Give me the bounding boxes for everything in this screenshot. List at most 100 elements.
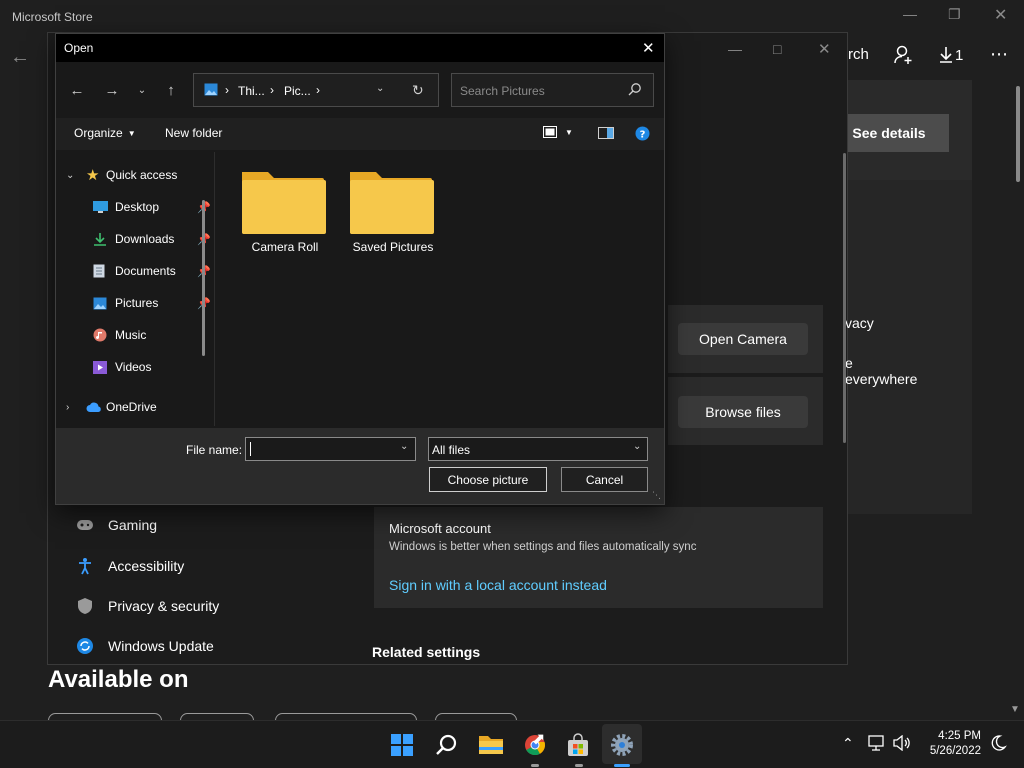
clock-date: 5/26/2022: [929, 745, 981, 757]
volume-icon[interactable]: [893, 735, 911, 751]
tree-onedrive[interactable]: › OneDrive: [66, 397, 157, 417]
settings-scrollbar-thumb[interactable]: [843, 153, 846, 443]
start-windows-icon[interactable]: [386, 729, 418, 761]
folder-saved-pictures[interactable]: Saved Pictures: [344, 168, 442, 254]
refresh-icon[interactable]: ↻: [412, 82, 424, 99]
nav-label: Accessibility: [108, 558, 185, 574]
nav-item-gaming[interactable]: Gaming: [76, 517, 157, 533]
address-dropdown-chevron-icon[interactable]: ⌄: [376, 83, 384, 94]
tree-quick-access[interactable]: ⌄ ★ Quick access: [66, 165, 177, 185]
pane-divider[interactable]: [214, 152, 215, 426]
collapse-chevron-icon[interactable]: ›: [66, 402, 86, 413]
file-type-select[interactable]: All files ⌄: [428, 437, 648, 461]
desktop-icon: [93, 201, 108, 213]
cancel-button[interactable]: Cancel: [561, 467, 648, 492]
folder-camera-roll[interactable]: Camera Roll: [236, 168, 334, 254]
shield-icon: [76, 597, 94, 615]
expand-chevron-icon[interactable]: ⌄: [66, 170, 86, 181]
microsoft-store-icon[interactable]: [562, 729, 594, 761]
back-arrow-icon[interactable]: ←: [10, 46, 30, 69]
tree-scrollbar-thumb[interactable]: [202, 200, 205, 356]
new-folder-button[interactable]: New folder: [165, 126, 222, 140]
view-options-button[interactable]: ▼: [543, 126, 573, 138]
file-type-dropdown-icon[interactable]: ⌄: [633, 441, 641, 452]
show-hidden-icons-chevron-icon[interactable]: ⌃: [842, 735, 854, 752]
store-restore-button[interactable]: ❐: [948, 6, 961, 23]
help-icon[interactable]: ?: [635, 126, 650, 141]
breadcrumb-separator: ›: [225, 83, 229, 97]
chrome-running-indicator: [531, 764, 539, 767]
tree-item-pictures[interactable]: Pictures 📌: [93, 293, 211, 313]
download-icon: [93, 232, 108, 246]
preview-pane-icon[interactable]: [598, 127, 614, 139]
open-camera-button[interactable]: Open Camera: [678, 323, 808, 355]
available-on-heading: Available on: [48, 666, 189, 693]
choose-picture-button[interactable]: Choose picture: [429, 467, 547, 492]
breadcrumb-this-pc[interactable]: Thi...: [238, 84, 265, 98]
settings-active-indicator: [614, 764, 630, 767]
tree-item-downloads[interactable]: Downloads 📌: [93, 229, 211, 249]
account-icon[interactable]: [893, 44, 915, 66]
breadcrumb-pictures[interactable]: Pic...: [284, 84, 311, 98]
search-icon[interactable]: [431, 729, 463, 761]
settings-maximize-button[interactable]: □: [773, 41, 781, 57]
settings-gear-icon[interactable]: [606, 729, 638, 761]
nav-item-privacy-security[interactable]: Privacy & security: [76, 597, 219, 615]
tree-label: Downloads: [115, 232, 175, 246]
nav-item-accessibility[interactable]: Accessibility: [76, 557, 184, 575]
more-options-icon[interactable]: ⋯: [990, 44, 1009, 65]
file-name-dropdown-icon[interactable]: ⌄: [400, 441, 408, 452]
tree-item-documents[interactable]: Documents 📌: [93, 261, 211, 281]
view-icon: [543, 126, 557, 138]
taskbar: ⬈ ⌃ 4:25 PM 5/26/2022: [0, 720, 1024, 768]
videos-icon: [93, 360, 108, 374]
organize-menu[interactable]: Organize ▼: [74, 126, 136, 140]
store-search-partial[interactable]: rch: [848, 46, 869, 63]
organize-label: Organize: [74, 126, 123, 140]
microsoft-account-card: Microsoft account Windows is better when…: [374, 507, 823, 608]
focus-assist-moon-icon[interactable]: [989, 734, 1007, 752]
system-clock[interactable]: 4:25 PM 5/26/2022: [925, 729, 981, 759]
scroll-down-icon[interactable]: ▼: [1010, 704, 1020, 715]
up-arrow-icon[interactable]: ↑: [161, 80, 181, 100]
forward-arrow-icon[interactable]: →: [102, 80, 122, 100]
store-scrollbar-thumb[interactable]: [1016, 86, 1020, 182]
downloads-count: 1: [955, 46, 964, 64]
network-icon[interactable]: [868, 735, 886, 751]
search-input[interactable]: Search Pictures: [460, 84, 545, 98]
file-name-combobox[interactable]: ⌄: [245, 437, 416, 461]
downloads-button[interactable]: 1: [939, 46, 963, 64]
open-file-dialog: Open ✕ ← → ⌄ ↑ › Thi... › Pic... › ⌄ ↻ S…: [55, 33, 665, 505]
navigation-pane: ⌄ ★ Quick access Desktop 📌 Downloads 📌 D…: [56, 152, 214, 426]
cloud-icon: [86, 402, 106, 412]
folder-label: Camera Roll: [251, 240, 319, 254]
store-close-button[interactable]: ✕: [994, 5, 1007, 25]
store-minimize-button[interactable]: —: [903, 6, 917, 22]
star-icon: ★: [86, 167, 100, 184]
store-side-panel: [848, 180, 972, 514]
settings-close-button[interactable]: ✕: [818, 40, 831, 58]
tree-item-music[interactable]: Music: [93, 325, 146, 345]
back-arrow-icon[interactable]: ←: [67, 80, 87, 100]
nav-item-windows-update[interactable]: Windows Update: [76, 637, 214, 655]
browse-files-button[interactable]: Browse files: [678, 396, 808, 428]
file-name-label: File name:: [186, 443, 243, 457]
text-caret: [250, 442, 251, 456]
search-icon: [628, 82, 642, 96]
mouse-cursor-icon: ⬈: [532, 731, 546, 748]
music-icon: [93, 328, 108, 342]
clock-time: 4:25 PM: [938, 730, 981, 742]
tree-item-videos[interactable]: Videos: [93, 357, 151, 377]
resize-grip-icon[interactable]: ⋱: [652, 490, 661, 501]
settings-minimize-button[interactable]: —: [728, 41, 742, 57]
address-bar[interactable]: › Thi... › Pic... › ⌄ ↻: [193, 73, 439, 107]
tree-item-desktop[interactable]: Desktop 📌: [93, 197, 211, 217]
tree-label: Documents: [115, 264, 176, 278]
pictures-location-icon: [204, 83, 218, 96]
local-account-link[interactable]: Sign in with a local account instead: [389, 577, 607, 593]
search-box[interactable]: Search Pictures: [451, 73, 654, 107]
recent-locations-chevron-icon[interactable]: ⌄: [132, 80, 152, 100]
gaming-icon: [76, 517, 94, 533]
dialog-close-button[interactable]: ✕: [642, 39, 655, 57]
file-explorer-icon[interactable]: [475, 729, 507, 761]
